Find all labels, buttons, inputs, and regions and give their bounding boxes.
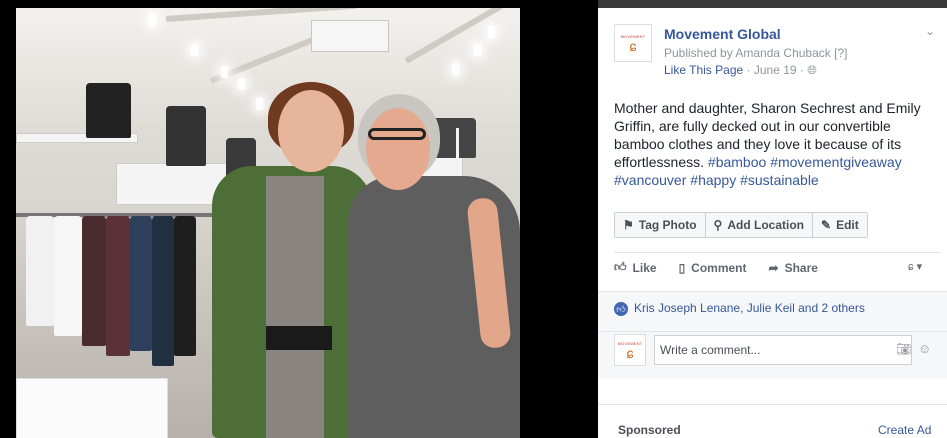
- comment-composer: MOVEMENT ɕ 📷︎ ☺: [598, 331, 947, 378]
- likers-link[interactable]: Kris Joseph Lenane, Julie Keil and 2 oth…: [634, 301, 865, 315]
- share-arrow-icon: ➦: [768, 260, 779, 275]
- add-location-button[interactable]: ⚲ Add Location: [705, 213, 814, 237]
- globe-icon[interactable]: 🌐︎: [807, 63, 817, 77]
- photo-woman-left-belt: [266, 326, 332, 350]
- camera-icon[interactable]: 📷︎: [896, 342, 911, 356]
- logo-swirl-icon: ɕ: [626, 344, 634, 361]
- hashtag-link[interactable]: #bamboo: [708, 154, 766, 170]
- photo-garment: [174, 216, 196, 356]
- photo-spotlight: [452, 63, 459, 75]
- create-ad-link[interactable]: Create Ad: [878, 423, 931, 437]
- photo-garment: [166, 106, 206, 166]
- hashtag-link[interactable]: #sustainable: [740, 172, 819, 188]
- photo-garment: [106, 216, 130, 356]
- add-location-label: Add Location: [727, 218, 805, 232]
- photo-garment: [86, 83, 131, 138]
- photo-garment: [82, 216, 106, 346]
- comment-button[interactable]: ▯ Comment: [679, 260, 747, 275]
- photo-air-vent: [311, 20, 389, 52]
- page-avatar[interactable]: MOVEMENT ɕ: [614, 24, 652, 62]
- photo-counter: [16, 378, 168, 438]
- photo-spotlight: [221, 66, 228, 78]
- share-label: Share: [784, 260, 818, 275]
- post-date[interactable]: June 19: [754, 63, 797, 77]
- reactions-summary: 👍︎ Kris Joseph Lenane, Julie Keil and 2 …: [598, 291, 947, 332]
- post-message: Mother and daughter, Sharon Sechrest and…: [614, 99, 934, 189]
- published-by-text: Published by Amanda Chuback: [664, 46, 831, 60]
- separator: ·: [746, 63, 754, 77]
- page-mini-logo-icon: ɕ: [908, 261, 914, 273]
- like-reaction-icon: 👍︎: [614, 302, 628, 316]
- post-photo[interactable]: [16, 8, 520, 438]
- comment-label: Comment: [691, 260, 747, 275]
- photo-spotlight: [488, 26, 495, 38]
- caret-down-icon: ▾: [916, 261, 923, 273]
- published-help-link[interactable]: [?]: [834, 46, 847, 60]
- emoji-icon[interactable]: ☺: [918, 341, 931, 356]
- photo-action-bar: ⚑ Tag Photo ⚲ Add Location ✎ Edit: [614, 212, 868, 238]
- photo-garment: [54, 216, 82, 336]
- photo-woman-right-glasses: [368, 128, 426, 140]
- like-page-link[interactable]: Like This Page: [664, 63, 743, 77]
- photo-garment: [26, 216, 54, 326]
- like-button[interactable]: 👍︎ Like: [614, 260, 657, 275]
- photo-spotlight: [149, 14, 156, 26]
- photo-spotlight: [474, 44, 481, 56]
- comment-input[interactable]: [654, 335, 912, 365]
- sponsored-heading: Sponsored: [618, 423, 681, 437]
- like-page-line: Like This Page · June 19 · 🌐︎: [664, 63, 817, 78]
- thumbs-up-icon: 👍︎: [614, 260, 627, 274]
- sponsored-divider: [598, 404, 947, 405]
- hashtag-link[interactable]: #movementgiveaway: [770, 154, 902, 170]
- post-as-selector[interactable]: ɕ ▾: [908, 260, 922, 273]
- chevron-down-icon[interactable]: ⌄: [925, 24, 935, 38]
- photo-garment: [130, 216, 152, 351]
- edit-button[interactable]: ✎ Edit: [813, 213, 867, 237]
- viewer-top-bar: [598, 0, 947, 8]
- comment-bubble-icon: ▯: [678, 260, 686, 275]
- page-name-link[interactable]: Movement Global: [664, 26, 781, 42]
- photo-garment: [152, 216, 174, 366]
- hashtag-link[interactable]: #happy: [690, 172, 736, 188]
- commenter-avatar: MOVEMENT ɕ: [614, 334, 646, 366]
- location-pin-icon: ⚲: [713, 218, 723, 232]
- tag-photo-button[interactable]: ⚑ Tag Photo: [615, 213, 706, 237]
- photo-woman-left-face: [278, 90, 344, 172]
- edit-label: Edit: [836, 218, 859, 232]
- like-label: Like: [632, 260, 657, 275]
- ufi-top-divider: [614, 252, 940, 253]
- photo-spotlight: [256, 98, 263, 110]
- published-by-line: Published by Amanda Chuback [?]: [664, 46, 847, 60]
- tag-photo-label: Tag Photo: [638, 218, 697, 232]
- share-button[interactable]: ➦ Share: [769, 260, 818, 275]
- post-side-panel: MOVEMENT ɕ Movement Global ⌄ Published b…: [598, 8, 947, 438]
- tag-icon: ⚑: [623, 218, 634, 232]
- hashtag-link[interactable]: #vancouver: [614, 172, 686, 188]
- logo-swirl-icon: ɕ: [629, 37, 637, 54]
- photo-spotlight: [191, 44, 198, 56]
- photo-woman-right-face: [366, 108, 430, 190]
- pencil-icon: ✎: [821, 218, 832, 232]
- photo-woman-left-dress: [266, 176, 324, 438]
- ufi-action-row: 👍︎ Like ▯ Comment ➦ Share: [614, 260, 818, 275]
- photo-viewer: [0, 0, 598, 438]
- photo-spotlight: [238, 78, 245, 90]
